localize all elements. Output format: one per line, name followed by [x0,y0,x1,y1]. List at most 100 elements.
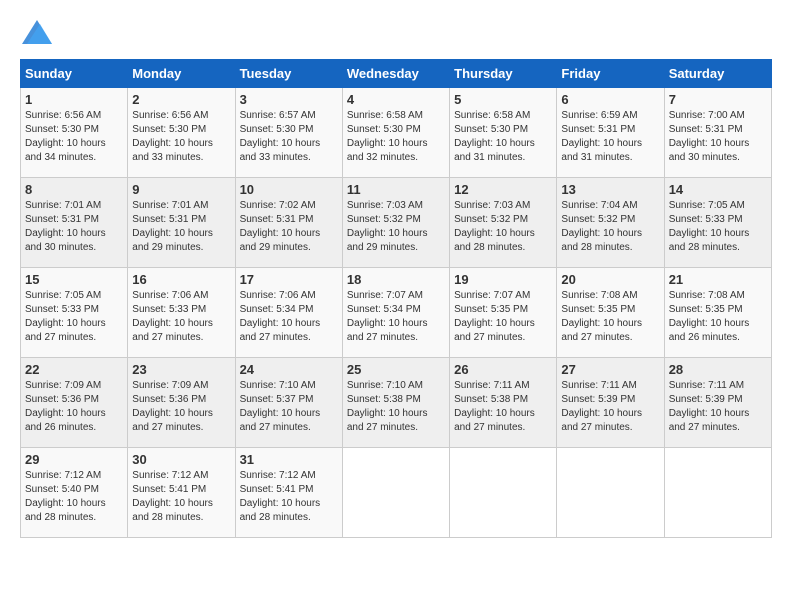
weekday-header-thursday: Thursday [450,60,557,88]
day-info: Sunrise: 6:58 AMSunset: 5:30 PMDaylight:… [347,109,445,165]
weekday-header-wednesday: Wednesday [342,60,449,88]
logo [20,20,52,49]
day-number: 23 [132,362,230,377]
weekday-header-sunday: Sunday [21,60,128,88]
day-info: Sunrise: 7:11 AMSunset: 5:39 PMDaylight:… [669,379,767,435]
calendar-cell: 29 Sunrise: 7:12 AMSunset: 5:40 PMDayligh… [21,448,128,538]
day-number: 17 [240,272,338,287]
day-info: Sunrise: 7:12 AMSunset: 5:41 PMDaylight:… [240,469,338,525]
week-row-0: 1 Sunrise: 6:56 AMSunset: 5:30 PMDaylight… [21,88,772,178]
calendar-cell: 31Sunrise: 7:12 AMSunset: 5:41 PMDayligh… [235,448,342,538]
day-number: 29 [25,452,123,467]
day-info: Sunrise: 7:07 AMSunset: 5:34 PMDaylight:… [347,289,445,345]
calendar-cell [664,448,771,538]
day-number: 28 [669,362,767,377]
day-info: Sunrise: 7:07 AMSunset: 5:35 PMDaylight:… [454,289,552,345]
day-info: Sunrise: 7:08 AMSunset: 5:35 PMDaylight:… [669,289,767,345]
day-number: 13 [561,182,659,197]
calendar-cell: 19Sunrise: 7:07 AMSunset: 5:35 PMDayligh… [450,268,557,358]
day-info: Sunrise: 7:00 AMSunset: 5:31 PMDaylight:… [669,109,767,165]
calendar-cell: 18 Sunrise: 7:07 AMSunset: 5:34 PMDayligh… [342,268,449,358]
day-number: 18 [347,272,445,287]
header [20,20,772,49]
calendar-cell [450,448,557,538]
calendar-cell: 11Sunrise: 7:03 AMSunset: 5:32 PMDayligh… [342,178,449,268]
day-info: Sunrise: 7:01 AMSunset: 5:31 PMDaylight:… [132,199,230,255]
day-info: Sunrise: 7:05 AMSunset: 5:33 PMDaylight:… [669,199,767,255]
day-info: Sunrise: 7:11 AMSunset: 5:38 PMDaylight:… [454,379,552,435]
day-number: 3 [240,92,338,107]
day-number: 15 [25,272,123,287]
calendar-cell: 25 Sunrise: 7:10 AMSunset: 5:38 PMDayligh… [342,358,449,448]
day-info: Sunrise: 6:56 AMSunset: 5:30 PMDaylight:… [25,109,123,165]
calendar-cell: 28 Sunrise: 7:11 AMSunset: 5:39 PMDayligh… [664,358,771,448]
weekday-header-monday: Monday [128,60,235,88]
day-number: 30 [132,452,230,467]
logo-icon [22,20,52,44]
calendar-cell: 3 Sunrise: 6:57 AMSunset: 5:30 PMDaylight… [235,88,342,178]
day-info: Sunrise: 6:58 AMSunset: 5:30 PMDaylight:… [454,109,552,165]
weekday-header-saturday: Saturday [664,60,771,88]
weekday-header-friday: Friday [557,60,664,88]
calendar-cell: 14 Sunrise: 7:05 AMSunset: 5:33 PMDayligh… [664,178,771,268]
day-info: Sunrise: 7:05 AMSunset: 5:33 PMDaylight:… [25,289,123,345]
calendar-table: SundayMondayTuesdayWednesdayThursdayFrid… [20,59,772,538]
calendar-cell [342,448,449,538]
week-row-4: 29 Sunrise: 7:12 AMSunset: 5:40 PMDayligh… [21,448,772,538]
weekday-header-tuesday: Tuesday [235,60,342,88]
calendar-cell: 12 Sunrise: 7:03 AMSunset: 5:32 PMDayligh… [450,178,557,268]
day-number: 2 [132,92,230,107]
calendar-cell: 5 Sunrise: 6:58 AMSunset: 5:30 PMDaylight… [450,88,557,178]
day-number: 10 [240,182,338,197]
calendar-cell: 30 Sunrise: 7:12 AMSunset: 5:41 PMDayligh… [128,448,235,538]
day-info: Sunrise: 7:04 AMSunset: 5:32 PMDaylight:… [561,199,659,255]
calendar-cell: 26 Sunrise: 7:11 AMSunset: 5:38 PMDayligh… [450,358,557,448]
day-info: Sunrise: 7:12 AMSunset: 5:41 PMDaylight:… [132,469,230,525]
calendar-cell: 17Sunrise: 7:06 AMSunset: 5:34 PMDayligh… [235,268,342,358]
week-row-1: 8 Sunrise: 7:01 AMSunset: 5:31 PMDaylight… [21,178,772,268]
day-info: Sunrise: 7:02 AMSunset: 5:31 PMDaylight:… [240,199,338,255]
calendar-cell: 1 Sunrise: 6:56 AMSunset: 5:30 PMDaylight… [21,88,128,178]
calendar-cell: 20 Sunrise: 7:08 AMSunset: 5:35 PMDayligh… [557,268,664,358]
day-info: Sunrise: 7:06 AMSunset: 5:33 PMDaylight:… [132,289,230,345]
calendar-cell: 13 Sunrise: 7:04 AMSunset: 5:32 PMDayligh… [557,178,664,268]
calendar-cell: 21Sunrise: 7:08 AMSunset: 5:35 PMDayligh… [664,268,771,358]
calendar-cell: 16Sunrise: 7:06 AMSunset: 5:33 PMDayligh… [128,268,235,358]
calendar-cell: 22 Sunrise: 7:09 AMSunset: 5:36 PMDayligh… [21,358,128,448]
day-info: Sunrise: 7:12 AMSunset: 5:40 PMDaylight:… [25,469,123,525]
day-number: 14 [669,182,767,197]
day-number: 24 [240,362,338,377]
day-info: Sunrise: 7:09 AMSunset: 5:36 PMDaylight:… [25,379,123,435]
day-number: 26 [454,362,552,377]
calendar-cell: 7 Sunrise: 7:00 AMSunset: 5:31 PMDaylight… [664,88,771,178]
week-row-3: 22 Sunrise: 7:09 AMSunset: 5:36 PMDayligh… [21,358,772,448]
day-number: 8 [25,182,123,197]
calendar-cell: 9 Sunrise: 7:01 AMSunset: 5:31 PMDaylight… [128,178,235,268]
day-info: Sunrise: 6:56 AMSunset: 5:30 PMDaylight:… [132,109,230,165]
day-number: 9 [132,182,230,197]
calendar-cell: 23 Sunrise: 7:09 AMSunset: 5:36 PMDayligh… [128,358,235,448]
day-info: Sunrise: 7:10 AMSunset: 5:38 PMDaylight:… [347,379,445,435]
calendar-cell: 15 Sunrise: 7:05 AMSunset: 5:33 PMDayligh… [21,268,128,358]
calendar-cell: 24 Sunrise: 7:10 AMSunset: 5:37 PMDayligh… [235,358,342,448]
weekday-header-row: SundayMondayTuesdayWednesdayThursdayFrid… [21,60,772,88]
day-number: 27 [561,362,659,377]
day-number: 1 [25,92,123,107]
day-number: 12 [454,182,552,197]
day-number: 25 [347,362,445,377]
day-number: 7 [669,92,767,107]
calendar-cell: 8 Sunrise: 7:01 AMSunset: 5:31 PMDaylight… [21,178,128,268]
day-info: Sunrise: 7:03 AMSunset: 5:32 PMDaylight:… [454,199,552,255]
day-info: Sunrise: 7:10 AMSunset: 5:37 PMDaylight:… [240,379,338,435]
day-info: Sunrise: 6:59 AMSunset: 5:31 PMDaylight:… [561,109,659,165]
day-info: Sunrise: 7:11 AMSunset: 5:39 PMDaylight:… [561,379,659,435]
day-info: Sunrise: 7:08 AMSunset: 5:35 PMDaylight:… [561,289,659,345]
day-info: Sunrise: 7:01 AMSunset: 5:31 PMDaylight:… [25,199,123,255]
day-number: 20 [561,272,659,287]
day-info: Sunrise: 7:09 AMSunset: 5:36 PMDaylight:… [132,379,230,435]
calendar-cell: 2 Sunrise: 6:56 AMSunset: 5:30 PMDaylight… [128,88,235,178]
calendar-cell [557,448,664,538]
day-number: 22 [25,362,123,377]
day-number: 5 [454,92,552,107]
day-info: Sunrise: 6:57 AMSunset: 5:30 PMDaylight:… [240,109,338,165]
